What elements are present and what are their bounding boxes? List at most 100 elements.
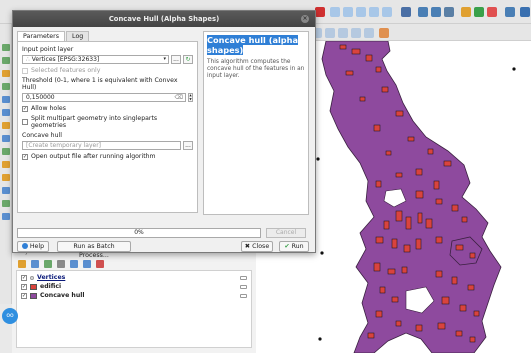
layer-visibility-checkbox[interactable]: ✓ <box>21 292 27 299</box>
layer-symbol <box>30 292 37 299</box>
save-icon[interactable] <box>315 7 325 17</box>
layer-item-vertices[interactable]: ✓ Vertices <box>21 273 247 282</box>
selected-only-checkbox[interactable] <box>22 67 28 74</box>
layer-visibility-checkbox[interactable]: ✓ <box>21 274 27 281</box>
parameters-form: Input point layer ∴ Vertices [EPSG:32633… <box>17 41 198 213</box>
close-button[interactable]: ✖ Close <box>241 241 273 252</box>
layer-eye-icon[interactable] <box>240 275 247 280</box>
layers-list: ✓ Vertices ✓ edifici ✓ Concave hull <box>16 270 252 348</box>
layer-icon[interactable] <box>2 122 10 129</box>
clear-icon[interactable]: ⌫ <box>175 94 183 101</box>
settings-icon[interactable] <box>444 7 454 17</box>
expand-icon[interactable] <box>70 260 78 268</box>
parameters-pane: Parameters Log Input point layer ∴ Verti… <box>17 31 198 215</box>
browse-input-button[interactable]: ... <box>171 55 181 64</box>
remove-layer-icon[interactable] <box>96 260 104 268</box>
digitizing-toolbar <box>308 24 531 41</box>
layer-icon[interactable] <box>2 57 10 64</box>
tab-parameters[interactable]: Parameters <box>17 31 66 41</box>
run-button[interactable]: ✔ Run <box>279 241 309 252</box>
left-toolbar <box>0 24 12 304</box>
layer-icon[interactable] <box>2 213 10 220</box>
split-multipart-option[interactable]: Split multipart geometry into singlepart… <box>22 115 193 129</box>
help-title: Concave hull (alpha shapes) <box>207 35 298 55</box>
dialog-tabs: Parameters Log <box>17 31 198 41</box>
edit-icon[interactable] <box>351 28 361 38</box>
close-icon: ✖ <box>244 243 251 250</box>
input-layer-label: Input point layer <box>22 46 74 53</box>
tab-log[interactable]: Log <box>66 31 90 41</box>
layer-icon[interactable] <box>2 96 10 103</box>
help-button[interactable]: Help <box>17 241 49 252</box>
allow-holes-checkbox[interactable]: ✓ <box>22 105 28 112</box>
layers-toolbar <box>12 258 256 270</box>
assistant-bubble[interactable]: oo <box>2 308 18 324</box>
threshold-input[interactable]: 0,150000 ⌫ <box>22 93 186 102</box>
layer-icon[interactable] <box>2 174 10 181</box>
dialog-titlebar[interactable]: Concave Hull (Alpha Shapes) × <box>13 11 315 27</box>
layers-panel: Layers ✓ Vertices ✓ edifici ✓ Concave hu… <box>12 244 256 353</box>
open-output-option[interactable]: ✓ Open output file after running algorit… <box>22 153 193 160</box>
layer-icon[interactable] <box>2 200 10 207</box>
layer-icon[interactable] <box>2 44 10 51</box>
layer-item-concave-hull[interactable]: ✓ Concave hull <box>21 291 247 300</box>
digitize-icon[interactable] <box>356 7 366 17</box>
help-description: This algorithm computes the concave hull… <box>207 59 305 79</box>
layer-symbol <box>30 275 34 280</box>
run-batch-button[interactable]: Run as Batch Process... <box>57 241 131 259</box>
digitize-icon[interactable] <box>382 7 392 17</box>
digitize-icon[interactable] <box>330 7 340 17</box>
collapse-icon[interactable] <box>83 260 91 268</box>
help-pane: Concave hull (alpha shapes) This algorit… <box>203 31 309 215</box>
layer-icon[interactable] <box>2 187 10 194</box>
layer-icon[interactable] <box>2 109 10 116</box>
dialog-footer: Help Run as Batch Process... ✖ Close ✔ Run <box>17 241 311 259</box>
concave-hull-output-label: Concave hull <box>22 132 62 139</box>
filter-icon[interactable] <box>57 260 65 268</box>
open-styling-icon[interactable] <box>18 260 26 268</box>
info-icon[interactable] <box>505 7 515 17</box>
digitize-icon[interactable] <box>343 7 353 17</box>
pencil-icon[interactable] <box>379 28 389 38</box>
close-icon[interactable]: × <box>301 15 309 23</box>
allow-holes-option[interactable]: ✓ Allow holes <box>22 105 193 112</box>
wms-icon[interactable] <box>431 7 441 17</box>
plugin-icon[interactable] <box>474 7 484 17</box>
dialog-title: Concave Hull (Alpha Shapes) <box>108 15 220 23</box>
wms-icon[interactable] <box>418 7 428 17</box>
measure-icon[interactable] <box>487 7 497 17</box>
layer-icon[interactable] <box>2 161 10 168</box>
open-output-checkbox[interactable]: ✓ <box>22 153 28 160</box>
digitize-icon[interactable] <box>369 7 379 17</box>
input-layer-select[interactable]: ∴ Vertices [EPSG:32633] ▾ <box>22 55 169 64</box>
plugin-icon[interactable] <box>461 7 471 17</box>
layer-label: Vertices <box>37 274 66 281</box>
output-layer-field[interactable]: [Create temporary layer] <box>22 141 181 150</box>
cancel-button[interactable]: Cancel <box>266 228 306 238</box>
layer-visibility-checkbox[interactable]: ✓ <box>21 283 27 290</box>
concave-hull-polygon <box>321 41 502 353</box>
layer-eye-icon[interactable] <box>240 293 247 298</box>
add-group-icon[interactable] <box>31 260 39 268</box>
layer-icon[interactable] <box>2 135 10 142</box>
iterate-features-button[interactable]: ↻ <box>183 55 193 64</box>
filter-icon[interactable] <box>44 260 52 268</box>
chevron-down-icon: ▾ <box>163 56 166 62</box>
layer-eye-icon[interactable] <box>240 284 247 289</box>
threshold-stepper[interactable]: ▲ ▼ <box>188 93 193 102</box>
browse-output-button[interactable]: ... <box>183 141 193 150</box>
toolbox-icon[interactable] <box>520 7 530 17</box>
edit-icon[interactable] <box>338 28 348 38</box>
layer-icon[interactable] <box>2 148 10 155</box>
edit-icon[interactable] <box>325 28 335 38</box>
check-icon: ✔ <box>284 243 290 250</box>
selected-only-option[interactable]: Selected features only <box>22 67 193 74</box>
edit-icon[interactable] <box>364 28 374 38</box>
layer-symbol <box>30 283 37 290</box>
layer-item-edifici[interactable]: ✓ edifici <box>21 282 247 291</box>
database-icon[interactable] <box>401 7 411 17</box>
layer-icon[interactable] <box>2 83 10 90</box>
layer-label: edifici <box>40 283 62 290</box>
layer-icon[interactable] <box>2 70 10 77</box>
split-multipart-checkbox[interactable] <box>22 119 28 125</box>
